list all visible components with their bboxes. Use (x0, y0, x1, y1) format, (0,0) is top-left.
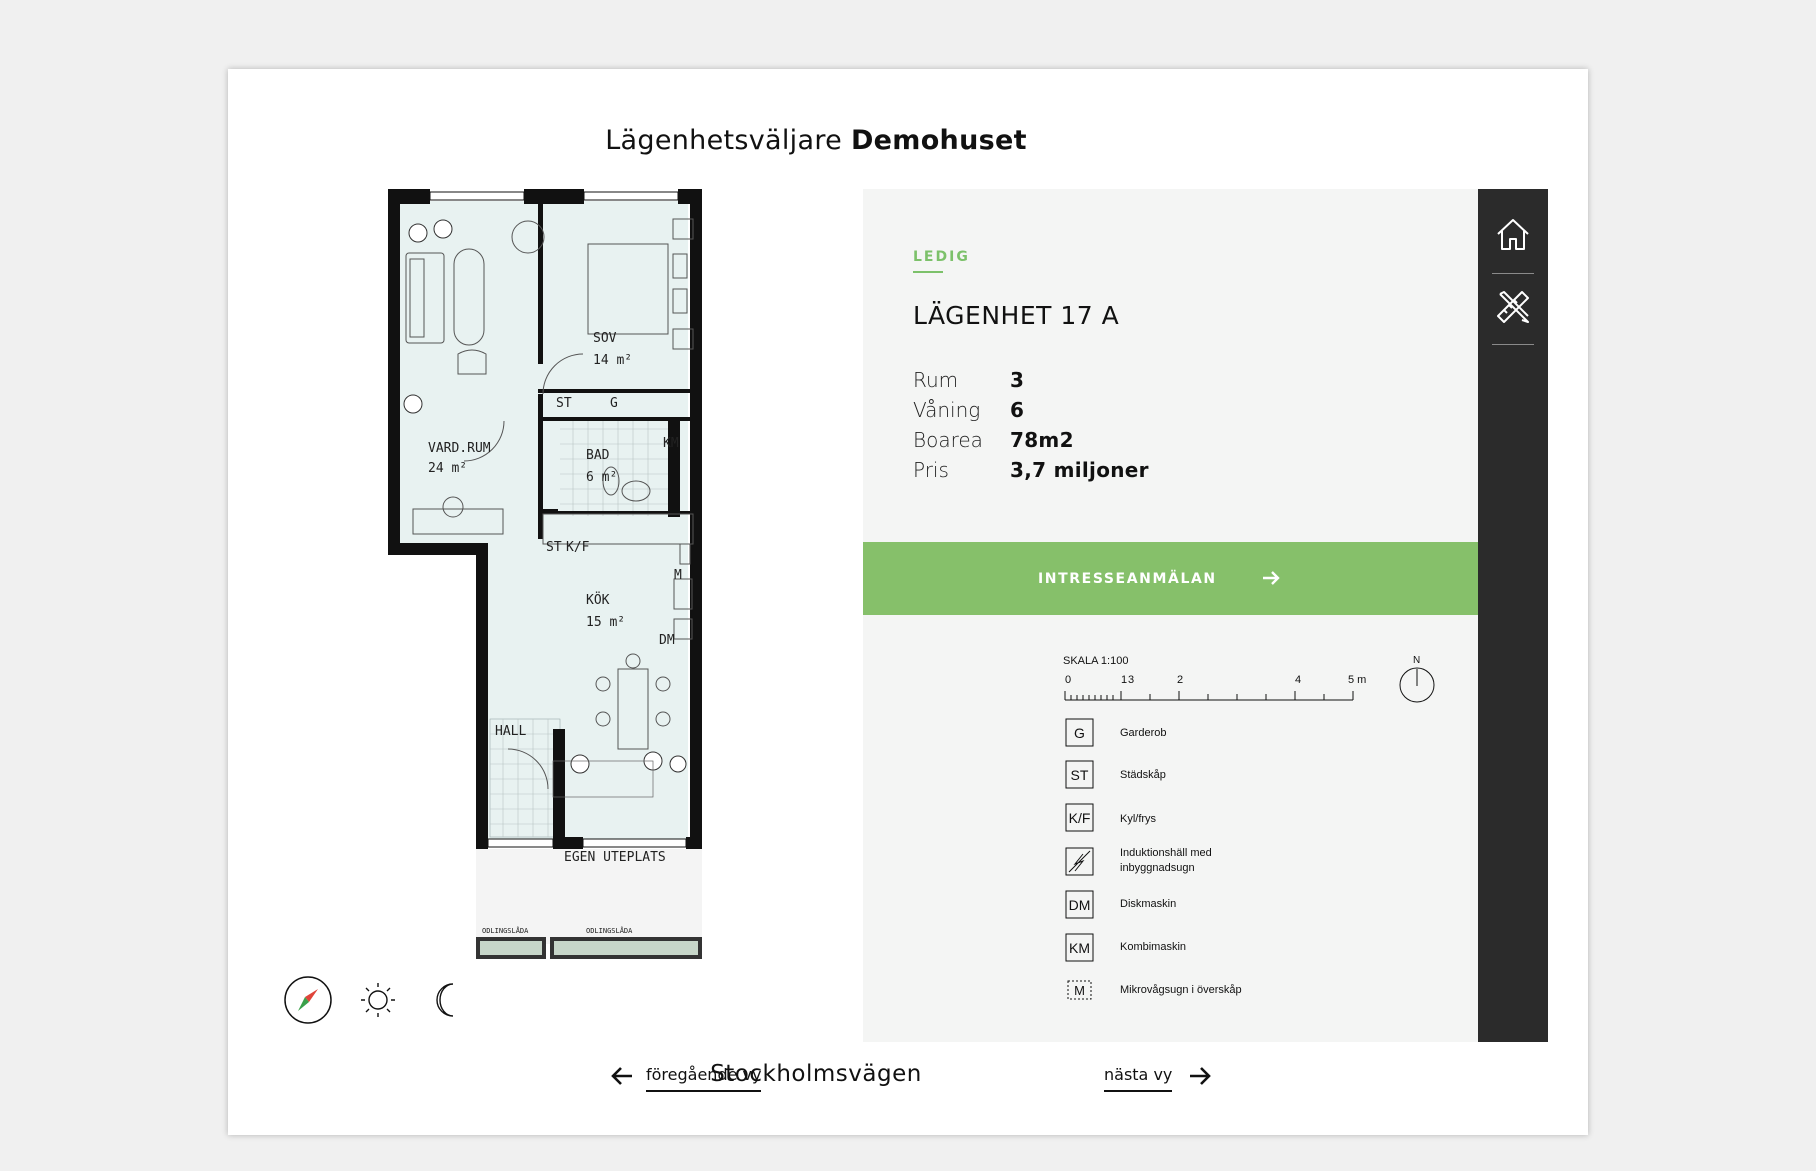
floor-plan: VARD.RUM 24 m² SOV 14 m² BAD 6 m² KÖK 15… (388, 189, 702, 959)
next-view-label: nästa vy (1104, 1065, 1173, 1092)
detail-value: 6 (1010, 398, 1025, 422)
room-name-kok: KÖK (586, 591, 610, 608)
scale-tick-4: 4 (1295, 674, 1301, 686)
ruler-pencil-icon (1497, 291, 1529, 323)
interest-registration-button[interactable]: INTRESSEANMÄLAN (863, 542, 1478, 615)
legend-code-g: G (1074, 725, 1085, 741)
scale-tick-2: 2 (1177, 674, 1183, 686)
plan-label-st: ST (556, 396, 572, 411)
legend-label-kombimaskin: Kombimaskin (1120, 941, 1186, 953)
previous-view-label: föregående vy (646, 1065, 762, 1092)
detail-value: 78m2 (1010, 428, 1074, 452)
legend: SKALA 1:100 0 1 3 2 4 5 m N G Garderob S… (1063, 655, 1435, 1000)
scale-tick-1: 1 (1121, 674, 1127, 686)
scale-tick-5: 5 m (1348, 674, 1366, 686)
previous-view-button[interactable]: föregående vy (610, 1059, 762, 1092)
room-name-sov: SOV (593, 331, 617, 346)
legend-code-st: ST (1071, 767, 1089, 783)
interest-registration-label: INTRESSEANMÄLAN (1038, 570, 1217, 587)
room-name-bad: BAD (586, 448, 610, 463)
plan-label-g: G (610, 396, 618, 411)
view-navigation: Stockholmsvägen föregående vy nästa vy (228, 1059, 1404, 1109)
status-underline (913, 271, 943, 273)
view-mode-icons (284, 976, 454, 1024)
legend-label-kylfrys: Kyl/frys (1120, 813, 1157, 825)
legend-code-m: M (1074, 983, 1085, 998)
detail-label: Rum (913, 368, 959, 392)
legend-label-garderob: Garderob (1120, 727, 1166, 739)
plan-label-st-kitchen: ST (546, 540, 562, 555)
room-area-bad: 6 m² (586, 470, 617, 485)
detail-label: Boarea (913, 428, 983, 452)
moon-icon[interactable] (436, 983, 454, 1017)
legend-code-km: KM (1069, 940, 1090, 956)
compass-icon[interactable] (284, 976, 332, 1024)
sidebar-divider (1492, 344, 1534, 345)
detail-row-pris: Pris 3,7 miljoner (913, 455, 1149, 485)
room-area-kok: 15 m² (586, 615, 625, 630)
legend-code-kf: K/F (1069, 810, 1091, 826)
detail-value: 3 (1010, 368, 1025, 392)
home-icon (1497, 219, 1529, 250)
sidebar-divider (1492, 273, 1534, 274)
room-name-vardrum: VARD.RUM (428, 441, 491, 456)
page-title: Lägenhetsväljare Demohuset (605, 125, 1027, 156)
room-area-vardrum: 24 m² (428, 461, 467, 476)
arrow-right-icon (1263, 571, 1280, 585)
detail-row-rum: Rum 3 (913, 365, 1149, 395)
status-badge: LEDIG (913, 249, 970, 265)
scale-tick-3: 3 (1128, 674, 1134, 686)
room-name-hall: HALL (495, 724, 526, 739)
next-view-button[interactable]: nästa vy (1104, 1059, 1212, 1092)
detail-label: Pris (913, 458, 949, 482)
plan-label-km: KM (663, 436, 679, 451)
right-sidebar (1478, 189, 1548, 1042)
plan-label-odlingslada-2: ODLINGSLÅDA (586, 926, 633, 935)
detail-row-boarea: Boarea 78m2 (913, 425, 1149, 455)
arrow-right-icon (1190, 1066, 1212, 1085)
room-area-sov: 14 m² (593, 353, 632, 368)
scale-tick-0: 0 (1065, 674, 1071, 686)
scale-label: SKALA 1:100 (1063, 655, 1128, 667)
arrow-left-icon (611, 1066, 632, 1085)
current-view-name: Stockholmsvägen (710, 1061, 922, 1087)
detail-label: Våning (913, 398, 981, 422)
detail-value: 3,7 miljoner (1010, 458, 1149, 482)
plan-label-odlingslada-1: ODLINGSLÅDA (482, 926, 529, 935)
home-button[interactable] (1492, 214, 1534, 256)
apartment-selector-card: Lägenhetsväljare Demohuset VARD.RUM 24 m… (228, 69, 1588, 1135)
induction-icon (1065, 847, 1094, 876)
apartment-details: Rum 3 Våning 6 Boarea 78m2 Pris 3,7 milj… (913, 365, 1149, 485)
detail-row-vaning: Våning 6 (913, 395, 1149, 425)
legend-label-diskmaskin: Diskmaskin (1120, 898, 1176, 910)
sun-icon[interactable] (361, 983, 395, 1017)
north-compass-icon (1399, 667, 1435, 703)
plan-label-m: M (674, 568, 682, 583)
plan-label-kf: K/F (566, 540, 590, 555)
floorplan-tools-button[interactable] (1492, 286, 1534, 328)
legend-code-dm: DM (1069, 897, 1091, 913)
plan-label-dm: DM (659, 633, 675, 648)
north-label: N (1413, 655, 1420, 666)
scale-bar (1064, 691, 1354, 701)
legend-label-induction: Induktionshäll med inbyggnadsugn (1120, 847, 1212, 874)
legend-label-stadskap: Städskåp (1120, 769, 1166, 781)
room-name-uteplats: EGEN UTEPLATS (564, 850, 666, 865)
apartment-info-panel: LEDIG LÄGENHET 17 A Rum 3 Våning 6 Boare… (863, 189, 1478, 1042)
apartment-title: LÄGENHET 17 A (913, 301, 1120, 330)
legend-label-mikro: Mikrovågsugn i överskåp (1120, 984, 1242, 996)
